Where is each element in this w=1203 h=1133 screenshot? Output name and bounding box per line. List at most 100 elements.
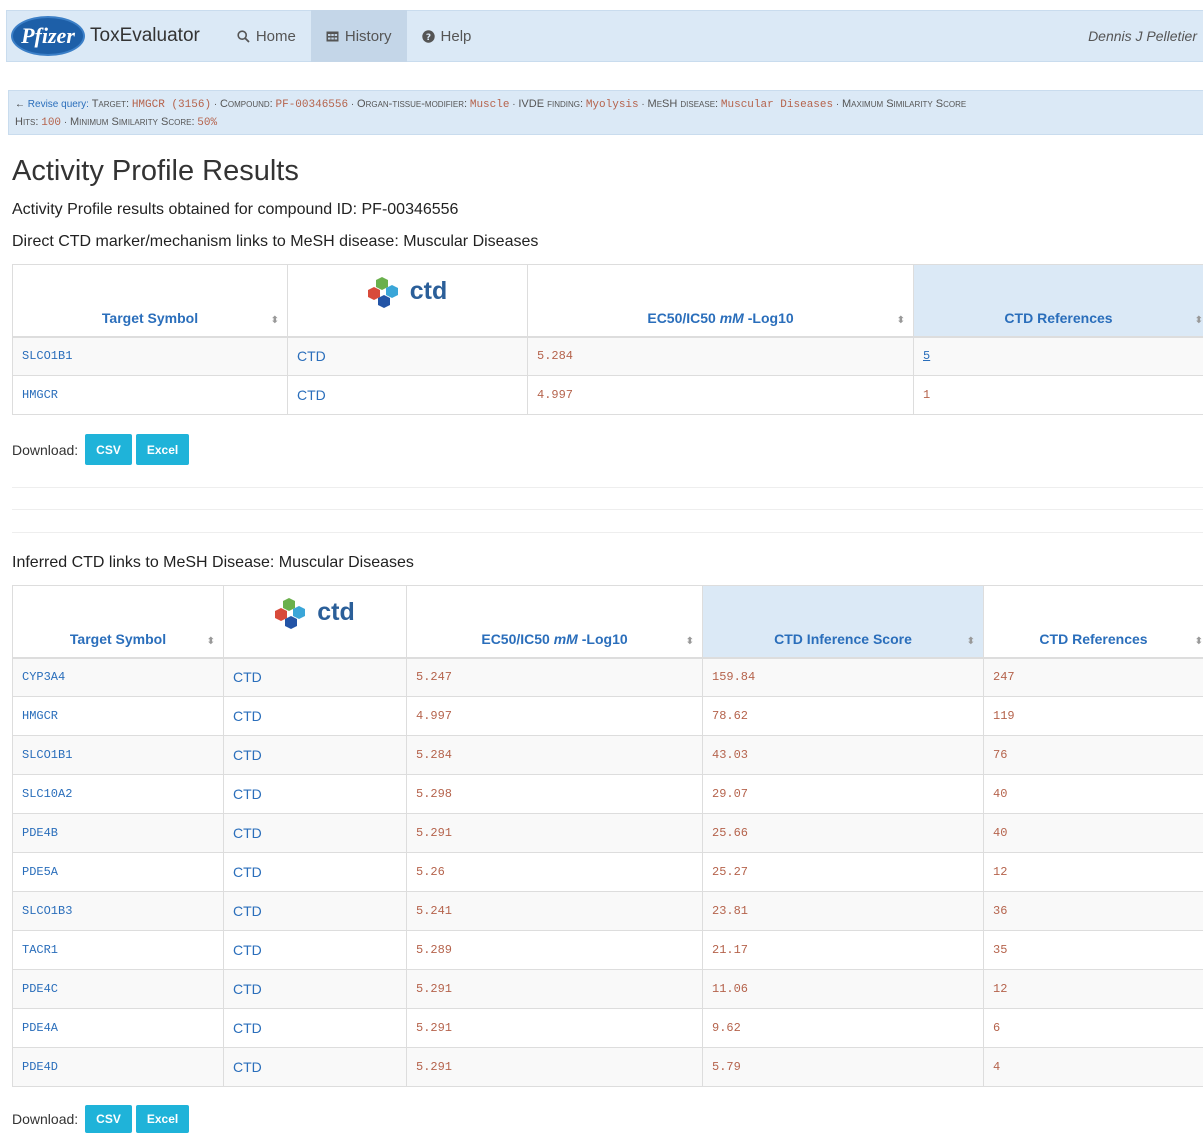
nav-help[interactable]: ? Help <box>407 10 487 62</box>
cell-inference-score: 25.27 <box>703 853 984 892</box>
cell-ctd-references: 1 <box>914 376 1203 415</box>
cell-ec50: 5.291 <box>407 1048 703 1087</box>
col-ec50[interactable]: EC50/IC50 mM -Log10⬍ <box>528 265 914 337</box>
table-row: SLC10A2CTD5.29829.0740 <box>13 775 1203 814</box>
ctd-logo: ctd <box>275 595 355 631</box>
cell-inference-score: 43.03 <box>703 736 984 775</box>
table-row: PDE4ACTD5.2919.626 <box>13 1009 1203 1048</box>
cell-target-symbol[interactable]: PDE5A <box>13 853 224 892</box>
cell-target-symbol[interactable]: PDE4B <box>13 814 224 853</box>
col-ctd-logo: ctd <box>288 265 528 337</box>
cell-target-symbol[interactable]: PDE4C <box>13 970 224 1009</box>
cell-ec50: 5.247 <box>407 658 703 697</box>
mesh-value: Muscular Diseases <box>721 99 833 111</box>
download-csv-button[interactable]: CSV <box>85 434 132 465</box>
download-excel-button[interactable]: Excel <box>136 434 189 465</box>
cell-ec50: 5.291 <box>407 1009 703 1048</box>
revise-query-link[interactable]: ← Revise query: <box>15 99 89 110</box>
col-target-symbol[interactable]: Target Symbol⬍ <box>13 265 288 337</box>
cell-target-symbol[interactable]: PDE4D <box>13 1048 224 1087</box>
cell-ec50: 4.997 <box>528 376 914 415</box>
download-excel-button[interactable]: Excel <box>136 1105 189 1133</box>
col-ec50-unit: mM <box>720 310 744 326</box>
cell-target-symbol[interactable]: SLCO1B1 <box>13 736 224 775</box>
cell-ctd-link[interactable]: CTD <box>224 1048 407 1087</box>
table-row: HMGCRCTD4.99778.62119 <box>13 697 1203 736</box>
ivde-value: Myolysis <box>586 99 639 111</box>
references-link[interactable]: 5 <box>923 349 930 363</box>
cell-ctd-link[interactable]: CTD <box>224 658 407 697</box>
organ-value: Muscle <box>470 99 510 111</box>
page-subtitle: Activity Profile results obtained for co… <box>12 201 458 219</box>
cell-inference-score: 5.79 <box>703 1048 984 1087</box>
nav-history[interactable]: History <box>311 10 407 62</box>
user-name[interactable]: Dennis J Pelletier <box>1088 28 1197 44</box>
calendar-icon <box>326 30 339 42</box>
cell-ctd-link[interactable]: CTD <box>224 931 407 970</box>
cell-target-symbol[interactable]: HMGCR <box>13 697 224 736</box>
cell-target-symbol[interactable]: SLC10A2 <box>13 775 224 814</box>
cell-ctd-link[interactable]: CTD <box>224 697 407 736</box>
revise-query-label: Revise query: <box>28 99 89 110</box>
cell-inference-score: 159.84 <box>703 658 984 697</box>
inferred-download: Download: CSV Excel <box>12 1105 189 1133</box>
cell-ctd-link[interactable]: CTD <box>288 376 528 415</box>
cell-ctd-link[interactable]: CTD <box>224 892 407 931</box>
page-title: Activity Profile Results <box>12 155 299 188</box>
divider <box>12 509 1203 510</box>
cell-target-symbol[interactable]: TACR1 <box>13 931 224 970</box>
download-csv-button[interactable]: CSV <box>85 1105 132 1133</box>
cell-ctd-link[interactable]: CTD <box>288 337 528 376</box>
cell-target-symbol[interactable]: SLCO1B1 <box>13 337 288 376</box>
table-row: SLCO1B1CTD5.284 5 <box>13 337 1203 376</box>
cell-ec50: 5.284 <box>528 337 914 376</box>
cell-ctd-link[interactable]: CTD <box>224 775 407 814</box>
target-value: HMGCR (3156) <box>132 99 211 111</box>
cell-ctd-link[interactable]: CTD <box>224 853 407 892</box>
col-ec50[interactable]: EC50/IC50 mM -Log10⬍ <box>407 586 703 658</box>
cell-ctd-references: 76 <box>984 736 1203 775</box>
col-ctd-references[interactable]: CTD References⬍ <box>984 586 1203 658</box>
cell-inference-score: 78.62 <box>703 697 984 736</box>
pfizer-logo[interactable]: Pfizer <box>11 16 85 56</box>
cell-ctd-link[interactable]: CTD <box>224 736 407 775</box>
download-label: Download: <box>12 1111 78 1127</box>
table-row: PDE5ACTD5.2625.2712 <box>13 853 1203 892</box>
hits-value: 100 <box>41 117 61 129</box>
cell-ctd-link[interactable]: CTD <box>224 814 407 853</box>
col-target-symbol[interactable]: Target Symbol⬍ <box>13 586 224 658</box>
col-ctd-references[interactable]: CTD References⬍ <box>914 265 1203 337</box>
inferred-links-table: Target Symbol⬍ ctd EC50/IC50 mM -Log10⬍ … <box>12 585 1203 1087</box>
divider <box>12 487 1203 488</box>
table-row: HMGCRCTD4.9971 <box>13 376 1203 415</box>
cell-ctd-references: 35 <box>984 931 1203 970</box>
nav-help-label: Help <box>441 28 472 45</box>
nav-home[interactable]: Home <box>222 10 311 62</box>
cell-ctd-link[interactable]: CTD <box>224 970 407 1009</box>
direct-links-heading: Direct CTD marker/mechanism links to MeS… <box>12 233 538 251</box>
cell-ctd-references: 5 <box>914 337 1203 376</box>
download-label: Download: <box>12 442 78 458</box>
min-similarity-label: Minimum Similarity Score: <box>70 116 195 128</box>
table-row: PDE4DCTD5.2915.794 <box>13 1048 1203 1087</box>
cell-target-symbol[interactable]: CYP3A4 <box>13 658 224 697</box>
cell-ctd-references: 40 <box>984 814 1203 853</box>
sort-icon: ⬍ <box>967 636 975 647</box>
max-similarity-label: Maximum Similarity Score <box>842 98 966 110</box>
direct-links-table: Target Symbol⬍ ctd EC50/IC50 mM -Log10⬍ … <box>12 264 1203 415</box>
cell-target-symbol[interactable]: HMGCR <box>13 376 288 415</box>
hits-label: Hits: <box>15 116 38 128</box>
search-icon <box>237 30 250 43</box>
cell-target-symbol[interactable]: PDE4A <box>13 1009 224 1048</box>
cell-ctd-references: 4 <box>984 1048 1203 1087</box>
target-label: Target: <box>92 98 129 110</box>
nav-history-label: History <box>345 28 392 45</box>
cell-ec50: 5.298 <box>407 775 703 814</box>
col-ec50-label: EC50/IC50 <box>481 631 549 647</box>
mesh-label: MeSH disease: <box>648 98 719 110</box>
col-ctd-inference-score[interactable]: CTD Inference Score⬍ <box>703 586 984 658</box>
col-target-symbol-label: Target Symbol <box>70 631 166 647</box>
cell-target-symbol[interactable]: SLCO1B3 <box>13 892 224 931</box>
app-brand[interactable]: ToxEvaluator <box>90 25 200 47</box>
cell-ctd-link[interactable]: CTD <box>224 1009 407 1048</box>
